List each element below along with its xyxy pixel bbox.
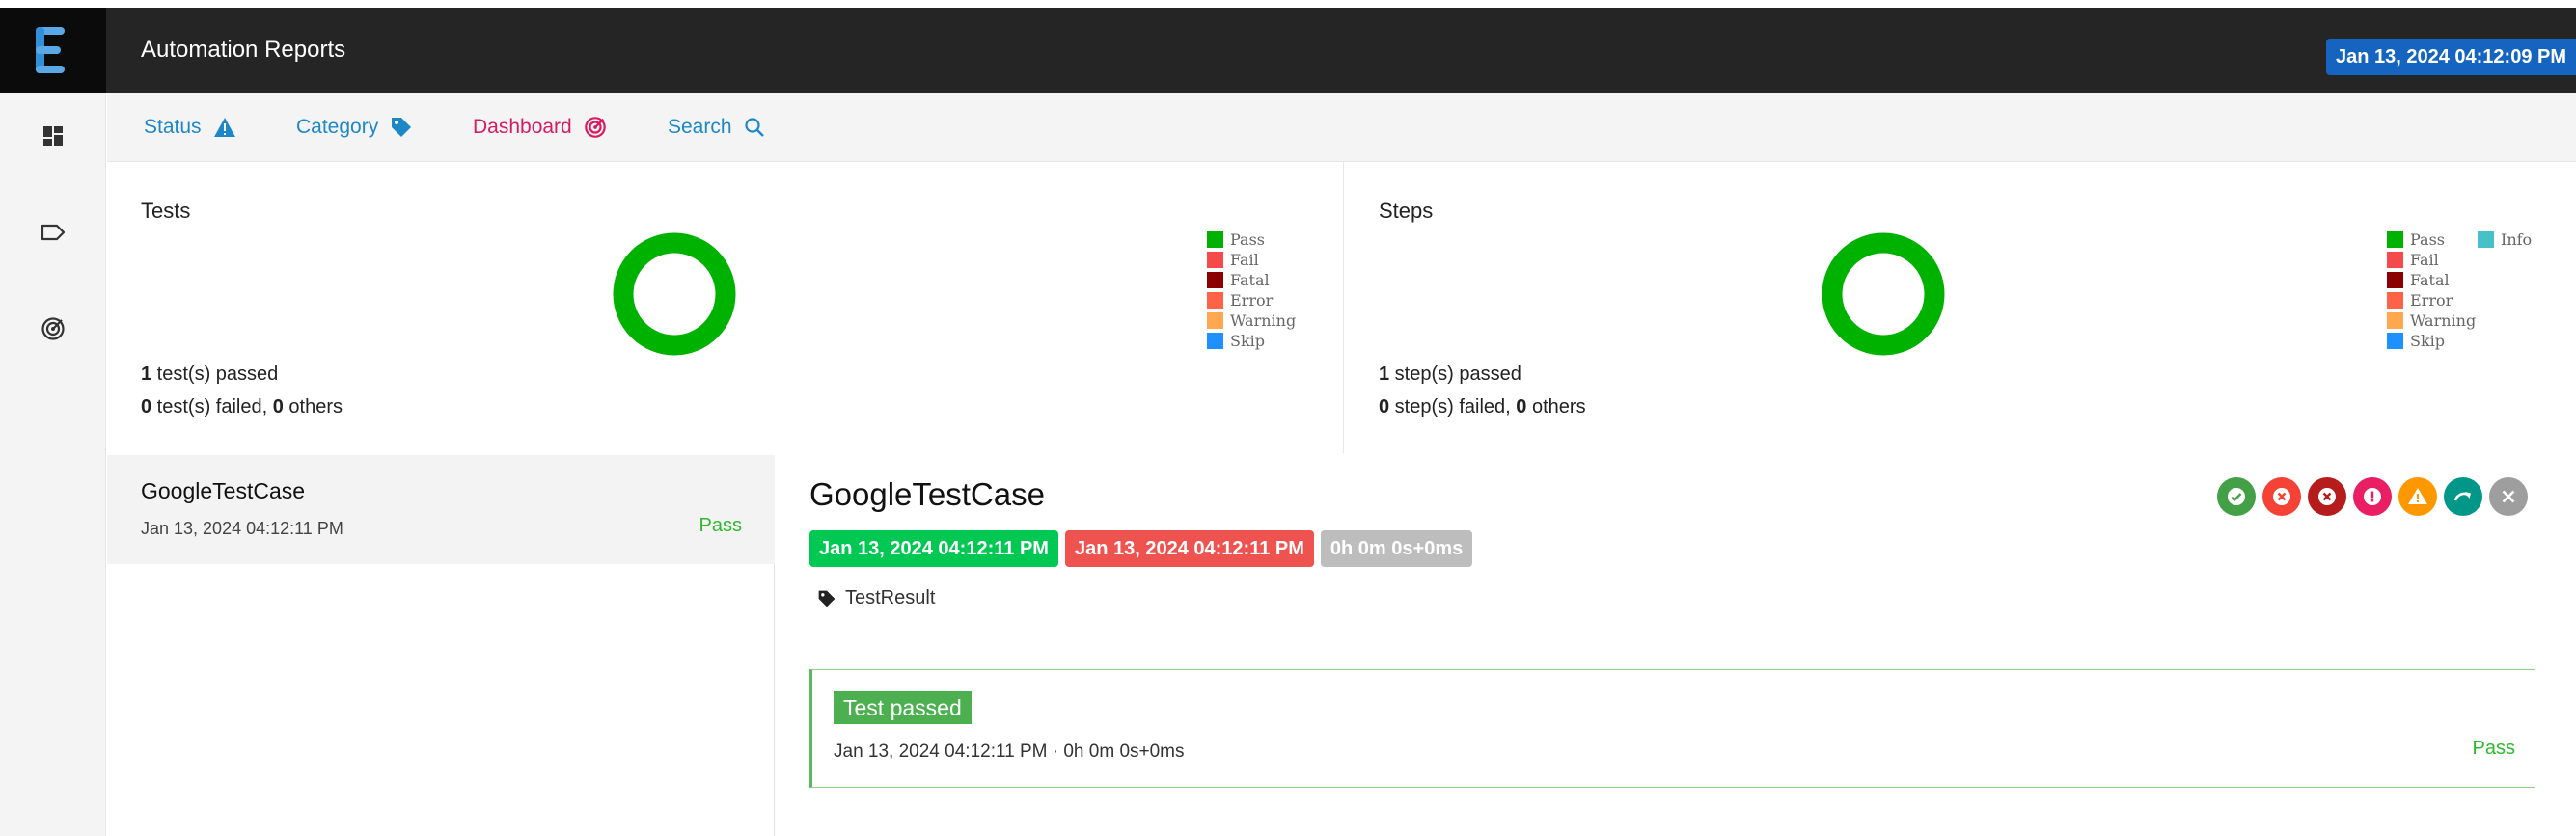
error-filter-button[interactable]	[2353, 477, 2392, 516]
legend-item-skip: Skip	[1207, 331, 1296, 351]
fail-filter-icon	[2273, 488, 2290, 505]
tag-icon	[818, 590, 836, 607]
nav-dashboard-label: Dashboard	[473, 116, 572, 138]
legend-item-error: Error	[1207, 290, 1296, 310]
sidebar	[0, 93, 106, 836]
app-title: Automation Reports	[141, 37, 346, 63]
warning-filter-icon	[2408, 488, 2427, 504]
nav-status-label: Status	[144, 116, 202, 138]
report-nav: Status Category Dashboard Search	[107, 93, 2576, 162]
test-time: Jan 13, 2024 04:12:11 PM	[141, 519, 343, 538]
fatal-filter-icon	[2318, 488, 2336, 505]
skip-filter-icon	[2453, 492, 2471, 501]
nav-category[interactable]: Category	[296, 93, 413, 162]
time-badges: Jan 13, 2024 04:12:11 PM Jan 13, 2024 04…	[809, 530, 1473, 567]
duration-badge: 0h 0m 0s+0ms	[1320, 530, 1473, 567]
warning-filter-button[interactable]	[2398, 477, 2437, 516]
fatal-filter-button[interactable]	[2308, 477, 2346, 516]
pass-filter-icon	[2228, 488, 2245, 505]
target-icon	[584, 117, 606, 138]
legend-item-fatal: Fatal	[1207, 270, 1296, 290]
test-detail: GoogleTestCase Jan 13, 2024 04:12:11 PM …	[776, 455, 2576, 836]
report-timestamp-badge: Jan 13, 2024 04:12:09 PM	[2325, 39, 2576, 75]
detail-title: GoogleTestCase	[809, 476, 1045, 512]
nav-status[interactable]: Status	[144, 93, 236, 162]
search-icon	[744, 118, 764, 137]
legend-item-fail: Fail	[2387, 250, 2476, 270]
top-bar: Automation Reports Jan 13, 2024 04:12:09…	[0, 8, 2576, 93]
log-entry: Test passed Jan 13, 2024 04:12:11 PM · 0…	[809, 669, 2535, 788]
pass-filter-button[interactable]	[2217, 477, 2256, 516]
logo[interactable]	[0, 8, 106, 93]
legend-item-pass: Pass	[1207, 229, 1296, 250]
extent-logo-icon	[36, 27, 65, 73]
sidebar-item-dashboard[interactable]	[0, 93, 106, 179]
nav-search[interactable]: Search	[668, 93, 765, 162]
tests-donut-chart	[613, 232, 736, 356]
category-tag-label: TestResult	[845, 587, 936, 608]
log-time: Jan 13, 2024 04:12:11 PM · 0h 0m 0s+0ms	[834, 742, 1185, 762]
tests-failed-summary: 0 test(s) failed, 0 others	[141, 396, 343, 418]
log-label: Test passed	[834, 691, 972, 724]
error-filter-icon	[2364, 488, 2381, 505]
category-tag[interactable]: TestResult	[817, 587, 935, 609]
test-status: Pass	[699, 515, 742, 536]
legend-item-error: Error	[2387, 290, 2476, 310]
tag-icon	[392, 118, 412, 137]
clear-filter-icon	[2502, 490, 2515, 503]
end-time-badge: Jan 13, 2024 04:12:11 PM	[1064, 530, 1314, 567]
warning-icon	[213, 118, 235, 137]
legend-item-info: Info	[2478, 229, 2532, 250]
legend-item-pass: Pass	[2387, 229, 2476, 250]
test-list: GoogleTestCase Jan 13, 2024 04:12:11 PM …	[107, 455, 775, 836]
target-icon	[41, 317, 65, 340]
nav-category-label: Category	[296, 116, 379, 138]
tests-legend: Pass Fail Fatal Error Warning Skip	[1207, 229, 1296, 351]
clear-filter-button[interactable]	[2489, 477, 2528, 516]
steps-failed-summary: 0 step(s) failed, 0 others	[1379, 396, 1586, 418]
start-time-badge: Jan 13, 2024 04:12:11 PM	[809, 530, 1058, 567]
tag-outline-icon	[41, 224, 66, 241]
steps-card-title: Steps	[1379, 199, 1434, 223]
legend-item-warning: Warning	[1207, 310, 1296, 331]
test-name: GoogleTestCase	[141, 478, 306, 503]
steps-legend: Pass Fail Fatal Error Warning Skip	[2387, 229, 2476, 351]
sidebar-item-target[interactable]	[0, 285, 106, 372]
steps-card: Steps Pass Fail Fatal Error Warning Skip…	[1345, 162, 2576, 453]
nav-search-label: Search	[668, 116, 732, 138]
tests-card: Tests Pass Fail Fatal Error Warning Skip…	[107, 162, 1344, 453]
legend-item-warning: Warning	[2387, 310, 2476, 331]
fail-filter-button[interactable]	[2262, 477, 2301, 516]
legend-item-fatal: Fatal	[2387, 270, 2476, 290]
dashboard-icon	[43, 126, 63, 146]
sidebar-item-category[interactable]	[0, 189, 106, 276]
tests-card-title: Tests	[141, 199, 191, 223]
legend-item-fail: Fail	[1207, 250, 1296, 270]
log-status: Pass	[2472, 738, 2515, 759]
steps-legend-extra: Info	[2478, 229, 2532, 250]
status-filter-toolbar	[2217, 477, 2528, 516]
skip-filter-button[interactable]	[2444, 477, 2482, 516]
tests-passed-summary: 1 test(s) passed	[141, 364, 279, 385]
legend-item-skip: Skip	[2387, 331, 2476, 351]
steps-passed-summary: 1 step(s) passed	[1379, 364, 1521, 385]
steps-donut-chart	[1822, 232, 1945, 356]
list-item[interactable]: GoogleTestCase Jan 13, 2024 04:12:11 PM …	[107, 455, 775, 564]
nav-dashboard[interactable]: Dashboard	[473, 93, 607, 162]
